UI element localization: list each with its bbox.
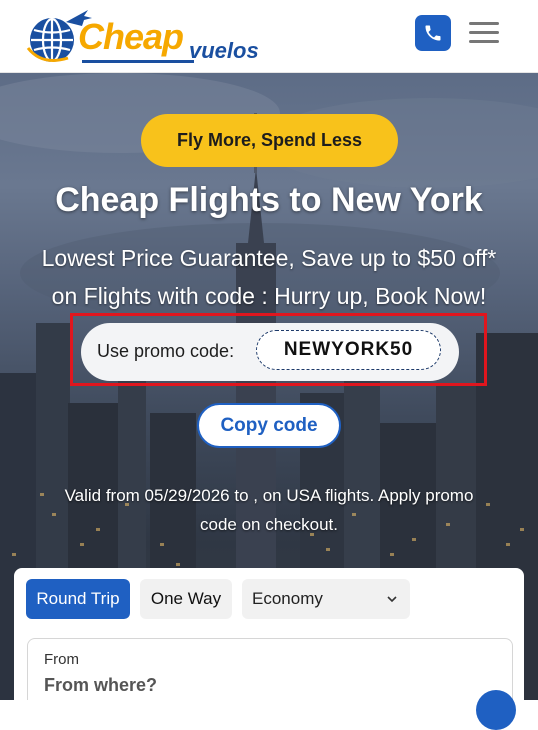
one-way-tab[interactable]: One Way (140, 579, 232, 619)
promo-code-label: Use promo code: (97, 341, 235, 361)
page-title: Cheap Flights to New York (55, 181, 483, 219)
round-trip-tab[interactable]: Round Trip (26, 579, 130, 619)
cabin-class-select[interactable]: Economy (242, 579, 410, 619)
from-input[interactable]: From where? (44, 675, 157, 696)
menu-bar (469, 40, 499, 43)
hero-subtitle-line: Lowest Price Guarantee, Save up to $50 o… (41, 245, 497, 271)
from-field[interactable]: From From where? (27, 638, 513, 700)
promo-validity-line: Valid from 05/29/2026 to , on USA flight… (64, 486, 474, 505)
promo-validity-text: Valid from 05/29/2026 to , on USA flight… (14, 481, 524, 539)
logo-wordmark-primary: Cheap (78, 16, 184, 57)
menu-bar (469, 31, 499, 34)
flight-search-form: Round Trip One Way Economy From From whe… (14, 568, 524, 700)
tagline-button[interactable]: Fly More, Spend Less (141, 114, 398, 167)
site-header: Cheap vuelos (0, 0, 538, 73)
logo-wordmark-secondary: vuelos (189, 38, 259, 63)
menu-bar (469, 22, 499, 25)
hero-subtitle: Lowest Price Guarantee, Save up to $50 o… (10, 239, 528, 315)
copy-code-button[interactable]: Copy code (197, 403, 341, 448)
chevron-down-icon (387, 596, 397, 603)
phone-call-button[interactable] (415, 15, 451, 51)
swap-locations-button[interactable] (476, 690, 516, 730)
hero-banner: Fly More, Spend Less Cheap Flights to Ne… (0, 73, 538, 700)
promo-code-value[interactable]: NEWYORK50 (256, 330, 441, 370)
promo-code-box: Use promo code: NEWYORK50 (81, 323, 459, 381)
logo-underline (82, 60, 194, 63)
cabin-class-value: Economy (252, 589, 323, 608)
from-field-label: From (44, 651, 79, 668)
hamburger-menu-button[interactable] (469, 20, 499, 46)
phone-icon (425, 25, 441, 41)
promo-validity-line: code on checkout. (200, 515, 338, 534)
cheapvuelos-logo[interactable]: Cheap vuelos (22, 4, 282, 66)
hero-subtitle-line: on Flights with code : Hurry up, Book No… (51, 283, 487, 309)
